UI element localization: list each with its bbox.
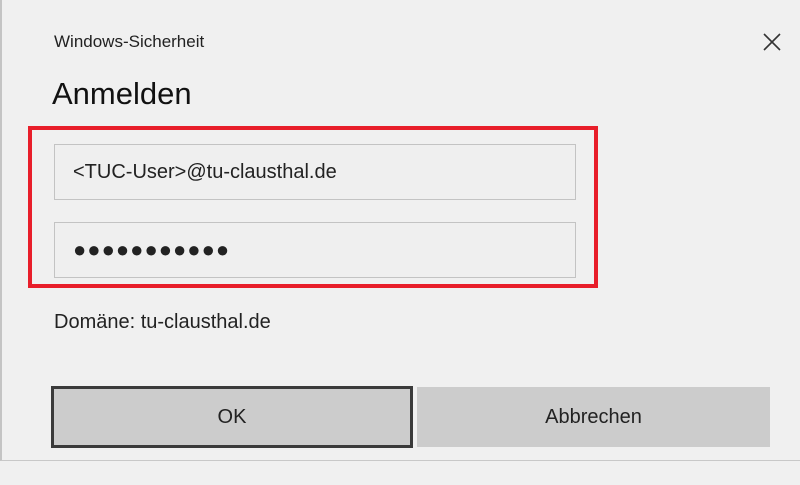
close-button[interactable] bbox=[754, 24, 790, 60]
domain-label: Domäne: bbox=[54, 311, 136, 333]
domain-value: tu-clausthal.de bbox=[140, 311, 271, 333]
window-title: Windows-Sicherheit bbox=[54, 32, 205, 51]
username-field[interactable]: <TUC-User>@tu-clausthal.de bbox=[54, 144, 576, 200]
cancel-button[interactable]: Abbrechen bbox=[417, 387, 770, 447]
close-icon bbox=[763, 33, 781, 51]
domain-info: Domäne: tu-clausthal.de bbox=[54, 311, 271, 334]
ok-button[interactable]: OK bbox=[51, 386, 413, 448]
password-field[interactable]: ●●●●●●●●●●● bbox=[54, 222, 576, 278]
windows-security-dialog: Windows-Sicherheit Anmelden <TUC-User>@t… bbox=[0, 0, 800, 461]
dialog-heading: Anmelden bbox=[52, 76, 192, 111]
